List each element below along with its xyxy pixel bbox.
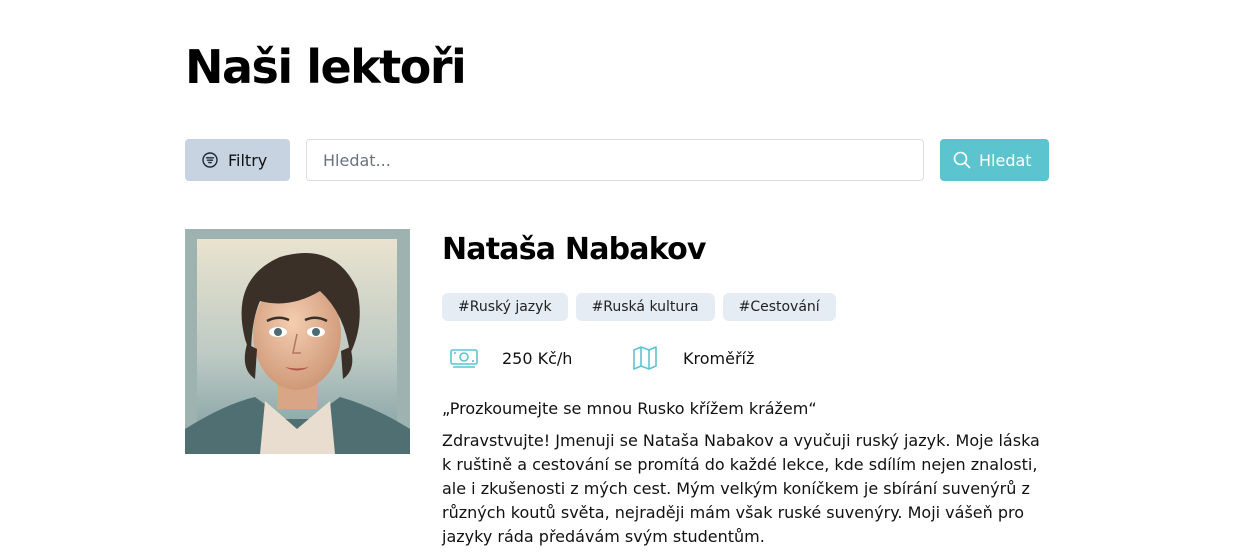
tutor-location: Kroměříž [632, 343, 754, 373]
search-input[interactable] [306, 139, 924, 181]
tutor-location-value: Kroměříž [683, 348, 755, 368]
tutor-price-value: 250 Kč/h [502, 348, 573, 368]
tutor-meta: 250 Kč/h Kroměříž [450, 343, 850, 373]
tutor-name: Nataša Nabakov [442, 232, 706, 267]
filter-button-label: Filtry [228, 150, 268, 170]
tag-russian-language[interactable]: #Ruský jazyk [442, 293, 568, 321]
tag-travel[interactable]: #Cestování [722, 293, 836, 321]
tutor-bio: Zdravstvujte! Jmenuji se Nataša Nabakov … [442, 431, 1040, 546]
page-title: Naši lektoři [185, 40, 467, 94]
tutor-price: 250 Kč/h [450, 343, 572, 373]
search-button[interactable]: Hledat [940, 139, 1049, 181]
search-icon [953, 151, 971, 169]
tutor-tags: #Ruský jazyk #Ruská kultura #Cestování [442, 293, 836, 321]
filter-icon [202, 152, 218, 168]
map-icon [633, 346, 657, 370]
tutor-avatar [185, 229, 410, 454]
search-button-label: Hledat [979, 150, 1032, 170]
tag-russian-culture[interactable]: #Ruská kultura [575, 293, 715, 321]
search-toolbar: Filtry Hledat [185, 139, 1049, 181]
filter-button[interactable]: Filtry [185, 139, 290, 181]
tutor-motto: „Prozkoumejte se mnou Rusko křížem kráže… [442, 399, 817, 418]
money-icon [450, 349, 478, 368]
